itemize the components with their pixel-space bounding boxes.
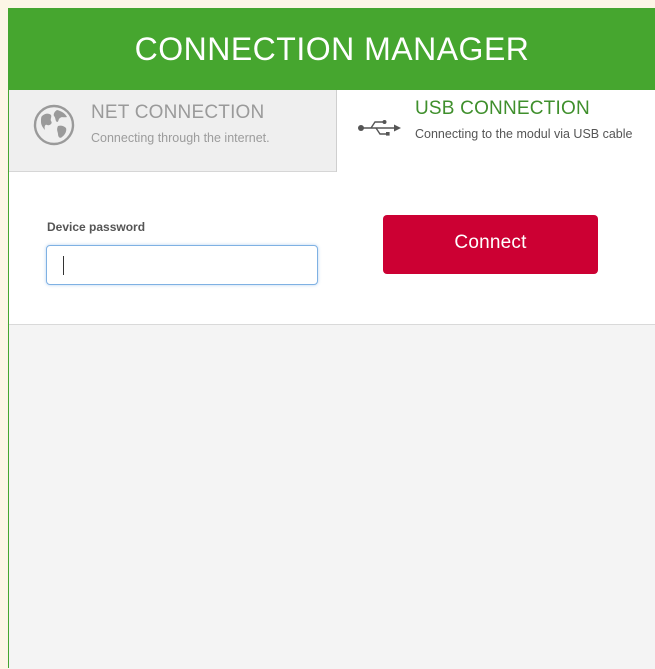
tab-net-title: NET CONNECTION — [91, 102, 265, 123]
connect-button[interactable]: Connect — [383, 215, 598, 274]
tab-usb-title: USB CONNECTION — [415, 98, 590, 119]
text-caret — [63, 256, 64, 275]
page-title: CONNECTION MANAGER — [134, 30, 530, 67]
tab-net-subtitle: Connecting through the internet. — [91, 131, 270, 145]
connection-manager-window: CONNECTION MANAGER NET CONNECTION Connec… — [8, 8, 655, 669]
usb-icon — [357, 98, 401, 143]
tab-net-text: NET CONNECTION Connecting through the in… — [91, 102, 270, 148]
device-password-input[interactable] — [46, 245, 318, 285]
tab-usb-connection[interactable]: USB CONNECTION Connecting to the modul v… — [336, 90, 655, 172]
device-password-label: Device password — [47, 220, 146, 234]
tab-net-connection[interactable]: NET CONNECTION Connecting through the in… — [9, 90, 336, 172]
tab-usb-text: USB CONNECTION Connecting to the modul v… — [415, 98, 645, 144]
globe-icon — [33, 102, 75, 151]
tab-usb-subtitle: Connecting to the modul via USB cable — [415, 127, 633, 141]
usb-connection-form: Device password Connect — [9, 172, 655, 325]
connection-tabs: NET CONNECTION Connecting through the in… — [9, 90, 655, 172]
content-area — [9, 325, 655, 669]
header-bar: CONNECTION MANAGER — [9, 8, 655, 90]
